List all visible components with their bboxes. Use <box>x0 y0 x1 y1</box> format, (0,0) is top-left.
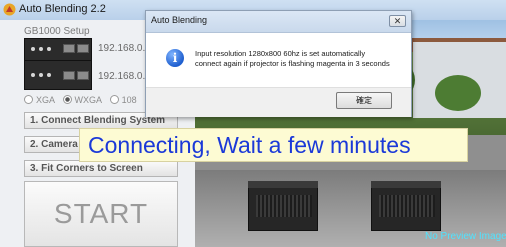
device-ip-1: 192.168.0. <box>98 43 146 54</box>
no-preview-label: No Preview Image <box>425 231 506 242</box>
message-dialog: Auto Blending ✕ i Input resolution 1280x… <box>145 10 412 117</box>
dialog-message-line-2: connect again if projector is flashing m… <box>195 59 390 68</box>
window-title: Auto Blending 2.2 <box>19 3 106 15</box>
radio-wxga[interactable]: WXGA <box>62 95 102 105</box>
info-icon: i <box>166 49 184 67</box>
close-icon[interactable]: ✕ <box>389 15 406 27</box>
tree <box>435 75 481 111</box>
dialog-title-bar: Auto Blending ✕ <box>146 11 411 33</box>
projector-icon <box>371 181 441 231</box>
setup-label: GB1000 Setup <box>24 26 90 37</box>
projector-icon <box>248 181 318 231</box>
radio-xga[interactable]: XGA <box>24 95 55 105</box>
fit-corners-button[interactable]: 3. Fit Corners to Screen <box>24 160 178 177</box>
start-button[interactable]: START <box>24 181 178 247</box>
app-icon <box>3 3 16 16</box>
ok-button[interactable]: 確定 <box>336 92 392 109</box>
device-ip-2: 192.168.0. <box>98 71 146 82</box>
dialog-message-line-1: Input resolution 1280x800 60hz is set au… <box>195 49 366 58</box>
status-banner: Connecting, Wait a few minutes <box>79 128 468 162</box>
dialog-title: Auto Blending <box>151 15 208 25</box>
resolution-options: XGA WXGA 108 <box>24 95 137 105</box>
dialog-message: Input resolution 1280x800 60hz is set au… <box>195 49 390 69</box>
device-image <box>24 60 92 90</box>
radio-108[interactable]: 108 <box>109 95 137 105</box>
